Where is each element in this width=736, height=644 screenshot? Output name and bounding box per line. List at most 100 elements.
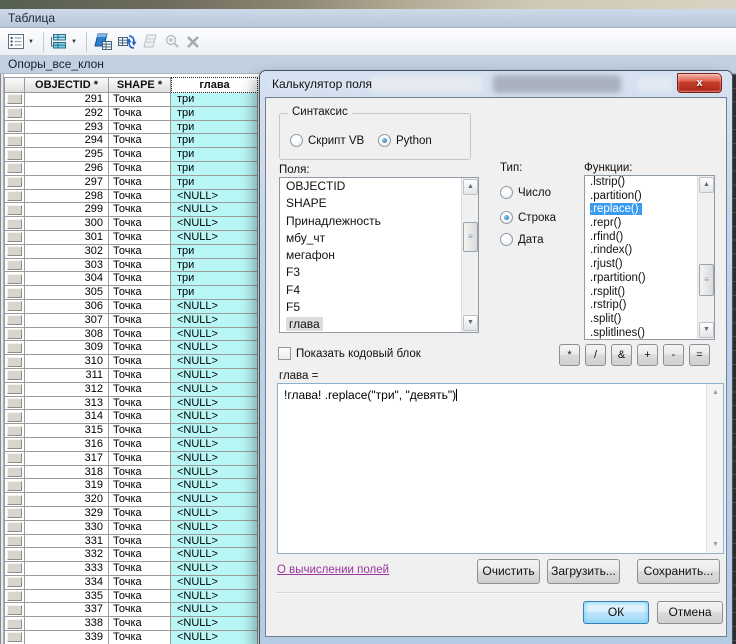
scroll-down-icon[interactable]: ▼ xyxy=(708,537,723,552)
function-list-item[interactable]: .repr() xyxy=(585,217,714,231)
cell-glava[interactable]: <NULL> xyxy=(171,314,258,328)
cell-glava[interactable]: <NULL> xyxy=(171,410,258,424)
cell-glava[interactable]: <NULL> xyxy=(171,369,258,383)
row-selector-box[interactable] xyxy=(7,301,22,311)
row-selector[interactable] xyxy=(4,424,25,438)
row-selector-box[interactable] xyxy=(7,522,22,532)
cell-shape[interactable]: Точка xyxy=(109,535,171,549)
radio-icon[interactable] xyxy=(290,134,303,147)
cell-glava[interactable]: <NULL> xyxy=(171,397,258,411)
radio-icon[interactable] xyxy=(500,186,513,199)
row-selector[interactable] xyxy=(4,369,25,383)
switch-selection-button[interactable] xyxy=(115,30,139,54)
row-selector-box[interactable] xyxy=(7,94,22,104)
row-selector[interactable] xyxy=(4,162,25,176)
row-selector[interactable] xyxy=(4,590,25,604)
cell-shape[interactable]: Точка xyxy=(109,424,171,438)
cell-objectid[interactable]: 335 xyxy=(25,590,109,604)
cell-shape[interactable]: Точка xyxy=(109,438,171,452)
row-selector-box[interactable] xyxy=(7,163,22,173)
cell-shape[interactable]: Точка xyxy=(109,493,171,507)
row-selector[interactable] xyxy=(4,134,25,148)
show-codeblock-checkbox-row[interactable]: Показать кодовый блок xyxy=(278,347,421,360)
cell-shape[interactable]: Точка xyxy=(109,134,171,148)
cell-objectid[interactable]: 294 xyxy=(25,134,109,148)
cell-shape[interactable]: Точка xyxy=(109,617,171,631)
row-selector-box[interactable] xyxy=(7,122,22,132)
row-selector-box[interactable] xyxy=(7,315,22,325)
cell-shape[interactable]: Точка xyxy=(109,507,171,521)
row-selector-box[interactable] xyxy=(7,108,22,118)
row-selector-box[interactable] xyxy=(7,343,22,353)
cell-shape[interactable]: Точка xyxy=(109,383,171,397)
row-selector[interactable] xyxy=(4,231,25,245)
cell-glava[interactable]: <NULL> xyxy=(171,521,258,535)
cell-shape[interactable]: Точка xyxy=(109,314,171,328)
radio-icon[interactable] xyxy=(500,233,513,246)
cell-shape[interactable]: Точка xyxy=(109,217,171,231)
checkbox-icon[interactable] xyxy=(278,347,291,360)
row-selector-box[interactable] xyxy=(7,150,22,160)
radio-date[interactable]: Дата xyxy=(500,233,543,246)
fields-listbox[interactable]: OBJECTIDSHAPEПринадлежностьмбу_чтмегафон… xyxy=(279,177,479,333)
cell-glava[interactable]: три xyxy=(171,121,258,135)
cell-shape[interactable]: Точка xyxy=(109,631,171,644)
cell-shape[interactable]: Точка xyxy=(109,548,171,562)
cell-objectid[interactable]: 308 xyxy=(25,328,109,342)
cell-glava[interactable]: <NULL> xyxy=(171,300,258,314)
operator-divide-button[interactable]: / xyxy=(585,344,606,366)
row-selector-box[interactable] xyxy=(7,384,22,394)
cell-glava[interactable]: <NULL> xyxy=(171,603,258,617)
row-selector-header[interactable] xyxy=(4,77,25,93)
table-window-titlebar[interactable]: Таблица xyxy=(0,9,736,28)
cell-objectid[interactable]: 332 xyxy=(25,548,109,562)
cell-glava[interactable]: три xyxy=(171,93,258,107)
cell-shape[interactable]: Точка xyxy=(109,272,171,286)
row-selector-box[interactable] xyxy=(7,495,22,505)
function-list-item[interactable]: .rsplit() xyxy=(585,286,714,300)
functions-listbox[interactable]: .lstrip().partition().replace().repr().r… xyxy=(584,175,715,340)
row-selector[interactable] xyxy=(4,328,25,342)
cell-shape[interactable]: Точка xyxy=(109,452,171,466)
cell-shape[interactable]: Точка xyxy=(109,369,171,383)
cell-glava[interactable]: <NULL> xyxy=(171,452,258,466)
row-selector-box[interactable] xyxy=(7,550,22,560)
cell-glava[interactable]: три xyxy=(171,107,258,121)
cell-shape[interactable]: Точка xyxy=(109,397,171,411)
cell-glava[interactable]: <NULL> xyxy=(171,479,258,493)
row-selector[interactable] xyxy=(4,493,25,507)
row-selector-box[interactable] xyxy=(7,412,22,422)
operator-multiply-button[interactable]: * xyxy=(559,344,580,366)
row-selector[interactable] xyxy=(4,286,25,300)
row-selector[interactable] xyxy=(4,548,25,562)
dropdown-caret-icon[interactable]: ▼ xyxy=(68,39,80,45)
cell-shape[interactable]: Точка xyxy=(109,259,171,273)
row-selector-box[interactable] xyxy=(7,246,22,256)
row-selector-box[interactable] xyxy=(7,536,22,546)
cell-objectid[interactable]: 312 xyxy=(25,383,109,397)
cell-shape[interactable]: Точка xyxy=(109,231,171,245)
cell-glava[interactable]: <NULL> xyxy=(171,507,258,521)
dialog-close-button[interactable]: x xyxy=(677,73,722,93)
row-selector[interactable] xyxy=(4,603,25,617)
field-list-item[interactable]: SHAPE xyxy=(280,195,478,212)
cell-glava[interactable]: <NULL> xyxy=(171,562,258,576)
cell-glava[interactable]: <NULL> xyxy=(171,548,258,562)
cell-objectid[interactable]: 333 xyxy=(25,562,109,576)
row-selector[interactable] xyxy=(4,452,25,466)
row-selector[interactable] xyxy=(4,383,25,397)
row-selector-box[interactable] xyxy=(7,329,22,339)
row-selector[interactable] xyxy=(4,341,25,355)
scroll-up-icon[interactable]: ▲ xyxy=(708,385,723,400)
field-list-item[interactable]: мбу_чт xyxy=(280,230,478,247)
cell-shape[interactable]: Точка xyxy=(109,93,171,107)
cell-glava[interactable]: <NULL> xyxy=(171,576,258,590)
cell-objectid[interactable]: 300 xyxy=(25,217,109,231)
cell-glava[interactable]: <NULL> xyxy=(171,617,258,631)
cell-glava[interactable]: <NULL> xyxy=(171,493,258,507)
column-header-objectid[interactable]: OBJECTID * xyxy=(25,77,109,93)
field-list-item[interactable]: F3 xyxy=(280,264,478,281)
cell-objectid[interactable]: 299 xyxy=(25,203,109,217)
row-selector[interactable] xyxy=(4,272,25,286)
row-selector[interactable] xyxy=(4,176,25,190)
